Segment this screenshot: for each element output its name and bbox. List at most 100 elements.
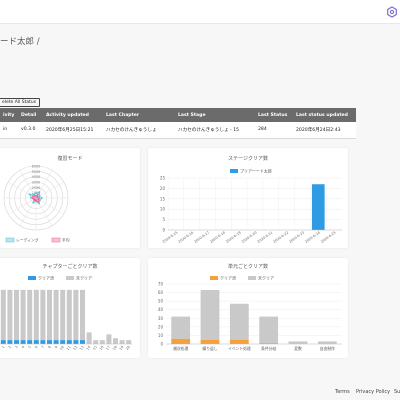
chapter-x-tick-label: 7	[41, 345, 45, 349]
unit-x-tick-label: イベント処理	[228, 346, 251, 351]
chapter-x-tick-label: 3	[14, 345, 18, 349]
chapter-x-tick-label: 8	[47, 345, 51, 349]
unit-bar-cleared	[200, 339, 220, 344]
radar-point	[36, 196, 39, 199]
chapter-x-tick-label: 17	[105, 345, 111, 351]
radar-chart-card: 復習モード100020003000400050006000レーディング平均	[0, 148, 140, 248]
radar-point	[38, 191, 41, 193]
chapter-bar-uncleared	[79, 289, 86, 341]
radar-legend-label-1: レーディング	[16, 238, 39, 243]
radar-point	[33, 197, 36, 200]
chapter-x-tick-label: 2	[8, 345, 12, 349]
cell-detail: v0.3.0	[18, 122, 43, 139]
chapter-chart-title: チャプターごとクリア数	[43, 263, 98, 270]
chapter-bar-cleared	[0, 340, 6, 344]
footer-privacy-link[interactable]: Privacy Policy	[356, 389, 390, 395]
chapter-x-tick-label: 11	[66, 345, 72, 351]
table-row[interactable]: in v0.3.0 2020年6月25日15:21 ハカセのけんきゅうしょ ハカ…	[0, 122, 356, 139]
footer-support-link[interactable]: Su	[394, 389, 400, 395]
unit-y-tick-label: 10	[158, 333, 164, 338]
chapter-x-tick-label: 9	[54, 345, 58, 349]
unit-y-tick-label: 60	[158, 290, 164, 295]
chapter-bar-cleared	[33, 340, 39, 344]
radar-point	[38, 195, 41, 198]
radar-legend-swatch-2	[51, 237, 61, 243]
unit-bar-uncleared	[200, 290, 220, 340]
chapter-bar-uncleared	[66, 289, 72, 341]
chapter-legend-label-2: 未クリア	[76, 275, 92, 281]
chapter-bar-uncleared	[73, 289, 79, 341]
chapter-x-tick-label: 19	[119, 345, 125, 351]
chapter-bar-cleared	[73, 340, 79, 344]
chapter-x-tick-label: 15	[92, 345, 98, 351]
settings-icon[interactable]	[386, 6, 398, 18]
unit-chart-title: 単元ごとクリア数	[228, 263, 268, 270]
radar-point	[34, 195, 36, 198]
radar-point	[37, 200, 40, 203]
chapter-bar-cleared	[60, 340, 66, 344]
cell-last-stage: ハカセのけんきゅうしょ - 15	[175, 122, 255, 139]
stage-y-tick-label: 10	[160, 207, 166, 212]
unit-legend-swatch-2	[248, 276, 256, 280]
chapter-legend-swatch-2	[66, 276, 74, 280]
chapter-legend-swatch-1	[28, 276, 36, 280]
chapter-bar-uncleared	[27, 289, 33, 341]
unit-clear-chart: 単元ごとクリア数クリア済 未クリア 0 10 20 30 40 50 60 70 順次処理 繰り返し イ…	[158, 263, 342, 351]
chapter-bar-uncleared	[46, 289, 53, 341]
stage-x-tick-label: 2020-6-19	[225, 231, 242, 244]
chapter-legend-label-1: クリア済	[38, 275, 54, 281]
unit-x-tick-label: 条件分岐	[261, 346, 276, 351]
col-last-chapter: Last Chapter	[103, 108, 175, 122]
stage-x-tick-label: 2020-6-20	[241, 231, 258, 244]
radar-axis-line	[8, 197, 37, 215]
stage-x-tick-label: 2020-6-18	[209, 231, 226, 244]
unit-x-tick-label: 変数	[294, 346, 302, 351]
col-last-status-updated: Last status updated	[293, 108, 356, 122]
stage-x-tick-label: 2020-6-25	[320, 231, 337, 244]
stage-x-tick-label: 2020-6-16	[178, 231, 195, 244]
stage-legend-swatch	[230, 169, 238, 173]
unit-y-tick-label: 20	[158, 324, 164, 329]
chapter-x-tick-label: 10	[59, 345, 65, 351]
chapter-bar-cleared	[27, 340, 33, 344]
cell-activity: in	[0, 122, 18, 139]
unit-x-tick-label: 自由制作	[320, 346, 335, 351]
chapter-x-tick-label: 20	[125, 345, 131, 351]
unit-y-tick-label: 0	[160, 342, 163, 347]
chapter-bar-uncleared	[106, 334, 112, 344]
unit-y-tick-label: 50	[158, 299, 164, 304]
chapter-chart-card: チャプターごとクリア数 クリア済 未クリア 1 2 3 4 5 6 7 8 9 10 11 12 13 14 15…	[0, 258, 140, 358]
radar-point	[31, 195, 34, 198]
stage-x-tick-label: 2020-6-17	[193, 231, 210, 244]
table-header-row: ivity Detail Activity updated Last Chapt…	[0, 108, 356, 122]
unit-x-tick-label: 順次処理	[173, 346, 188, 351]
stage-x-tick-label: 2020-6-22	[273, 231, 290, 244]
radar-point	[37, 198, 40, 201]
chapter-bar-uncleared	[112, 338, 119, 344]
stage-y-tick-label: 5	[162, 217, 165, 222]
chapter-bar-uncleared	[53, 289, 59, 341]
chapter-bar-cleared	[66, 340, 72, 344]
stage-y-tick-label: 25	[160, 176, 166, 181]
chapter-clear-chart: チャプターごとクリア数クリア済 未クリア1 2 3 4 5 6 7 8 9 10 11 12 13 14 15…	[0, 263, 132, 351]
unit-bar-uncleared	[229, 303, 249, 340]
chapter-x-tick-label: 16	[99, 345, 105, 351]
unit-y-tick-label: 40	[158, 307, 164, 312]
cell-last-status-updated: 2020年6月24日2:43	[293, 122, 356, 139]
chapter-bar-uncleared	[40, 289, 46, 341]
chapter-x-tick-label: 14	[86, 345, 92, 351]
radar-point	[36, 193, 39, 196]
col-last-status: Last Status	[255, 108, 293, 122]
chapter-x-tick-label: 1	[1, 345, 5, 349]
radar-point	[30, 197, 33, 199]
chapter-x-tick-label: 12	[72, 345, 78, 351]
delete-all-status-button[interactable]: elete All Status	[0, 98, 41, 107]
chapter-x-tick-label: 5	[28, 345, 32, 349]
footer-terms-link[interactable]: Terms	[335, 389, 350, 395]
unit-legend-label-1: クリア済	[220, 275, 236, 281]
stage-y-tick-label: 20	[160, 186, 166, 191]
stage-y-tick-label: 15	[160, 196, 166, 201]
cell-last-status: 284	[255, 122, 293, 139]
radar-point	[40, 197, 43, 199]
radar-point	[31, 197, 34, 199]
